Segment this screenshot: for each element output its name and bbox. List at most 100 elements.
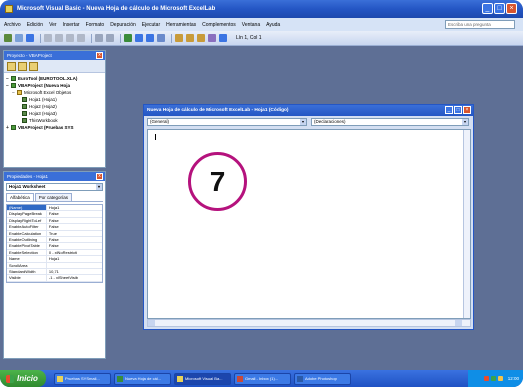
task-label: Nueva Hoja de cál... <box>125 376 162 381</box>
tree-node-excel-objects[interactable]: − Microsoft Excel Objetos <box>6 89 103 96</box>
property-row[interactable]: Visible -1 - xlSheetVisib <box>7 275 102 282</box>
code-editor[interactable] <box>147 129 471 319</box>
chevron-down-icon[interactable]: ▾ <box>462 119 468 125</box>
tray-shield-icon[interactable] <box>483 376 489 381</box>
menu-ejecutar[interactable]: Ejecutar <box>142 22 160 28</box>
system-tray: 12:00 <box>468 370 523 387</box>
object-selector[interactable]: Hoja1 Worksheet ▾ <box>6 183 103 191</box>
tree-node-hoja1[interactable]: Hoja1 (Hoja1) <box>6 96 103 103</box>
save-icon[interactable] <box>26 34 34 42</box>
property-value[interactable]: False <box>47 218 102 223</box>
mail-icon <box>237 375 243 382</box>
property-name: (Name) <box>7 205 47 211</box>
menu-insertar[interactable]: Insertar <box>63 22 80 28</box>
project-explorer-icon[interactable] <box>175 34 183 42</box>
property-value[interactable] <box>47 263 102 268</box>
property-value[interactable]: -1 - xlSheetVisib <box>47 275 102 280</box>
cut-icon[interactable] <box>44 34 52 42</box>
view-excel-icon[interactable] <box>4 34 12 42</box>
menu-ayuda[interactable]: Ayuda <box>266 22 280 28</box>
properties-icon[interactable] <box>186 34 194 42</box>
vertical-scrollbar[interactable] <box>463 130 470 318</box>
property-value[interactable]: False <box>47 243 102 248</box>
insert-module-icon[interactable] <box>15 34 23 42</box>
help-search-input[interactable]: Escriba una pregunta <box>445 20 515 29</box>
property-value[interactable]: 0 - xlNoRestricti <box>47 250 102 255</box>
object-browser-icon[interactable] <box>197 34 205 42</box>
horizontal-scrollbar[interactable] <box>147 319 471 327</box>
menu-ver[interactable]: Ver <box>49 22 57 28</box>
find-icon[interactable] <box>77 34 85 42</box>
menu-edicion[interactable]: Edición <box>27 22 43 28</box>
tab-por-categorias[interactable]: Por categorías <box>34 193 73 201</box>
minimize-button[interactable]: _ <box>482 3 493 14</box>
tree-node-eurotool[interactable]: − EuroTool (EUROTOOL.XLA) <box>6 75 103 82</box>
redo-icon[interactable] <box>106 34 114 42</box>
properties-panel-title-text: Propiedades - Hoja1 <box>7 174 49 179</box>
chevron-down-icon[interactable]: ▾ <box>300 119 306 125</box>
tree-node-hoja3[interactable]: Hoja3 (Hoja3) <box>6 110 103 117</box>
code-maximize-button[interactable]: □ <box>454 106 462 114</box>
tree-node-label: ThisWorkbook <box>29 118 58 123</box>
run-icon[interactable] <box>124 34 132 42</box>
start-button[interactable]: Inicio <box>0 370 46 387</box>
menu-depuracion[interactable]: Depuración <box>110 22 136 28</box>
code-close-button[interactable]: × <box>463 106 471 114</box>
property-value[interactable]: False <box>47 211 102 216</box>
task-button[interactable]: Adobe Photoshop <box>294 372 351 385</box>
pause-icon[interactable] <box>135 34 143 42</box>
task-button[interactable]: Microsoft Visual Ba... <box>174 372 231 385</box>
tree-node-vbaproject-pruebas[interactable]: + VBAProject (Pruebas SYS <box>6 124 103 131</box>
menu-herramientas[interactable]: Herramientas <box>166 22 196 28</box>
property-value[interactable]: Hoja1 <box>47 256 102 261</box>
toggle-folders-icon[interactable] <box>29 61 38 71</box>
procedure-combo[interactable]: (Declaraciones) ▾ <box>311 118 469 126</box>
code-minimize-button[interactable]: _ <box>445 106 453 114</box>
menu-archivo[interactable]: Archivo <box>4 22 21 28</box>
paste-icon[interactable] <box>66 34 74 42</box>
reset-icon[interactable] <box>146 34 154 42</box>
view-object-icon[interactable] <box>18 61 27 71</box>
view-code-icon[interactable] <box>7 61 16 71</box>
copy-icon[interactable] <box>55 34 63 42</box>
tree-node-vbaproject-nueva[interactable]: − VBAProject (Nueva Hoja <box>6 82 103 89</box>
project-panel-close-button[interactable]: x <box>96 52 103 59</box>
close-button[interactable]: × <box>506 3 517 14</box>
vba-icon <box>177 375 183 382</box>
help-icon[interactable] <box>219 34 227 42</box>
property-value[interactable]: False <box>47 237 102 242</box>
properties-panel-close-button[interactable]: x <box>96 173 103 180</box>
task-button[interactable]: Nueva Hoja de cál... <box>114 372 171 385</box>
property-value[interactable]: Hoja1 <box>47 205 102 210</box>
menu-formato[interactable]: Formato <box>86 22 105 28</box>
menu-complementos[interactable]: Complementos <box>202 22 236 28</box>
design-mode-icon[interactable] <box>157 34 165 42</box>
tree-node-thisworkbook[interactable]: ThisWorkbook <box>6 117 103 124</box>
step-number: 7 <box>209 165 226 197</box>
tab-alfabetica[interactable]: Alfabética <box>6 193 34 201</box>
properties-grid: (Name) Hoja1 DisplayPageBreak False Displa… <box>6 204 103 283</box>
menu-ventana[interactable]: Ventana <box>242 22 260 28</box>
project-panel-title-text: Proyecto - VBAProject <box>7 53 52 58</box>
vba-project-icon <box>11 125 16 130</box>
property-value[interactable]: 10,71 <box>47 269 102 274</box>
object-combo[interactable]: (General) ▾ <box>147 118 307 126</box>
property-value[interactable]: False <box>47 224 102 229</box>
tree-node-hoja2[interactable]: Hoja2 (Hoja2) <box>6 103 103 110</box>
undo-icon[interactable] <box>95 34 103 42</box>
property-value[interactable]: True <box>47 231 102 236</box>
tray-volume-icon[interactable] <box>497 376 503 381</box>
maximize-button[interactable]: □ <box>494 3 505 14</box>
scroll-right-icon[interactable] <box>455 320 462 326</box>
start-label: Inicio <box>17 374 38 383</box>
task-button[interactable]: Gmail - Inbox (1)... <box>234 372 291 385</box>
task-button[interactable]: Pruebas SYSmail... <box>54 372 111 385</box>
scroll-left-icon[interactable] <box>148 320 155 326</box>
code-window: Nueva Hoja de cálculo de Microsoft Excel… <box>143 104 474 330</box>
properties-tabs: Alfabética Por categorías <box>6 193 103 202</box>
toolbox-icon[interactable] <box>208 34 216 42</box>
cursor-position: Lín 1, Col 1 <box>236 35 262 41</box>
tray-network-icon[interactable] <box>490 376 496 381</box>
chevron-down-icon[interactable]: ▾ <box>96 184 102 190</box>
property-name: ScrollArea <box>7 262 47 268</box>
